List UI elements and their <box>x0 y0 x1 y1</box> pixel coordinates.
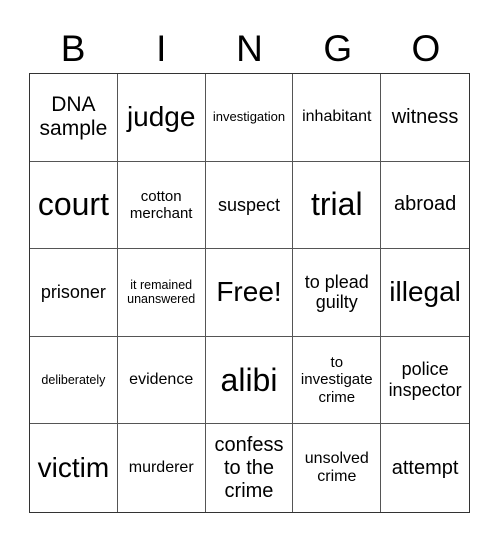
bingo-cell[interactable]: confess to the crime <box>206 424 294 512</box>
bingo-cell[interactable]: court <box>30 161 118 250</box>
bingo-cell[interactable]: unsolved crime <box>293 424 382 512</box>
bingo-cell[interactable]: investigation <box>205 74 294 162</box>
bingo-cell[interactable]: deliberately <box>30 336 118 425</box>
bingo-cell[interactable]: police inspector <box>381 337 469 425</box>
bingo-cell[interactable]: inhabitant <box>293 74 382 162</box>
bingo-cell[interactable]: victim <box>30 424 118 512</box>
bingo-cell[interactable]: DNA sample <box>30 74 118 162</box>
header-letter-i: I <box>156 28 167 69</box>
bingo-cell[interactable]: it remained unanswered <box>117 249 206 337</box>
bingo-cell[interactable]: abroad <box>381 162 469 250</box>
bingo-cell[interactable]: illegal <box>381 249 469 337</box>
bingo-cell[interactable]: trial <box>293 161 382 250</box>
bingo-header: B I N G O <box>29 24 470 74</box>
header-letter-b: B <box>60 28 86 69</box>
bingo-cell[interactable]: suspect <box>205 161 294 250</box>
header-letter-o: O <box>411 28 441 69</box>
bingo-cell[interactable]: to plead guilty <box>293 249 382 337</box>
header-letter-n: N <box>236 28 263 69</box>
bingo-cell[interactable]: prisoner <box>30 249 118 337</box>
bingo-cell[interactable]: murderer <box>118 424 206 512</box>
bingo-cell[interactable]: attempt <box>381 424 469 512</box>
free-space-cell[interactable]: Free! <box>205 249 294 337</box>
bingo-cell[interactable]: alibi <box>205 336 294 425</box>
bingo-cell[interactable]: to investigate crime <box>293 336 382 425</box>
bingo-cell[interactable]: witness <box>381 74 469 162</box>
bingo-grid: DNA sample judge investigation inhabitan… <box>29 73 470 513</box>
header-letter-g: G <box>323 28 353 69</box>
bingo-cell[interactable]: evidence <box>117 336 206 425</box>
bingo-cell[interactable]: judge <box>117 74 206 162</box>
bingo-cell[interactable]: cotton merchant <box>117 161 206 250</box>
